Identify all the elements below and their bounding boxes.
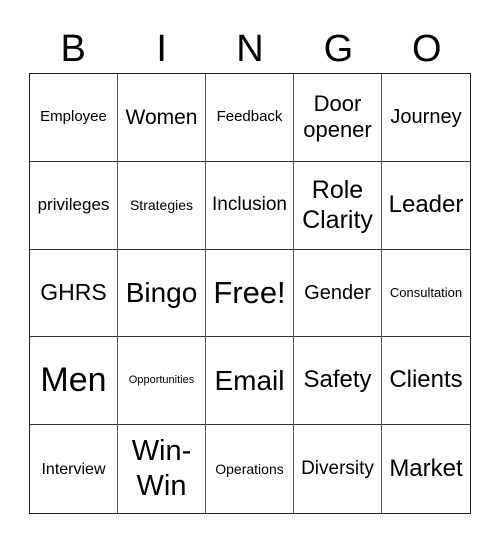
bingo-cell[interactable]: Feedback: [206, 74, 294, 162]
bingo-cell-text: Role Clarity: [302, 176, 373, 235]
header-letter-o: O: [412, 28, 442, 70]
bingo-cell[interactable]: Women: [118, 74, 206, 162]
bingo-cell[interactable]: Market: [382, 425, 470, 513]
bingo-cell-text: Feedback: [216, 108, 283, 126]
bingo-card-grid: Employee Women Feedback Door opener Journey p…: [29, 73, 471, 514]
header-letter-n: N: [236, 28, 264, 70]
bingo-cell[interactable]: GHRS: [30, 249, 118, 338]
bingo-cell-text: Door opener: [303, 91, 372, 143]
bingo-cell[interactable]: Free!: [206, 249, 294, 338]
bingo-cell-text: Safety: [303, 366, 372, 394]
header-letter-g: G: [323, 28, 354, 70]
bingo-cell[interactable]: Clients: [382, 337, 470, 426]
bingo-cell-text: GHRS: [40, 279, 107, 306]
bingo-cell[interactable]: Safety: [294, 337, 382, 426]
bingo-cell-text: Strategies: [129, 196, 194, 213]
bingo-cell[interactable]: Gender: [294, 249, 382, 338]
bingo-cell[interactable]: Opportunities: [118, 337, 206, 426]
bingo-cell[interactable]: Win-Win: [118, 425, 206, 513]
bingo-cell-text: Clients: [389, 366, 463, 394]
bingo-cell-text: privileges: [37, 195, 110, 214]
bingo-cell[interactable]: Operations: [206, 425, 294, 513]
bingo-header: B I N G O: [29, 26, 471, 72]
bingo-cell-text: Bingo: [125, 277, 198, 309]
bingo-cell[interactable]: Bingo: [118, 249, 206, 338]
bingo-cell-text: Consultation: [389, 285, 463, 301]
bingo-cell[interactable]: Email: [206, 337, 294, 426]
bingo-cell-text: Leader: [388, 190, 464, 218]
bingo-cell[interactable]: Interview: [30, 425, 118, 513]
bingo-cell-text: Inclusion: [212, 193, 287, 215]
bingo-cell[interactable]: Strategies: [118, 161, 206, 250]
bingo-cell-text: Journey: [390, 106, 462, 129]
bingo-cell[interactable]: Men: [30, 337, 118, 426]
bingo-cell-text: Interview: [41, 460, 106, 478]
header-letter-i: I: [156, 28, 167, 70]
bingo-cell[interactable]: Leader: [382, 162, 470, 250]
bingo-cell-text: Diversity: [301, 457, 374, 479]
bingo-cell-text: Operations: [215, 460, 284, 477]
bingo-cell[interactable]: Inclusion: [206, 161, 294, 250]
bingo-cell-text: Win-Win: [131, 435, 192, 503]
bingo-cell-text: Men: [40, 361, 107, 400]
bingo-cell[interactable]: Journey: [382, 74, 470, 162]
bingo-cell-text: Women: [125, 105, 198, 129]
bingo-cell-text: Opportunities: [128, 374, 195, 387]
bingo-cell-text: Market: [389, 454, 463, 482]
bingo-cell[interactable]: Role Clarity: [294, 161, 382, 250]
bingo-cell[interactable]: Diversity: [294, 425, 382, 513]
bingo-cell[interactable]: Employee: [30, 74, 118, 162]
bingo-cell-text: Free!: [213, 275, 286, 311]
bingo-cell-text: Email: [214, 364, 285, 396]
bingo-cell-text: Gender: [304, 281, 371, 304]
bingo-cell-text: Employee: [40, 108, 107, 126]
bingo-cell[interactable]: privileges: [30, 161, 118, 250]
header-letter-b: B: [60, 28, 86, 70]
bingo-cell[interactable]: Door opener: [294, 74, 382, 162]
bingo-cell[interactable]: Consultation: [382, 250, 470, 338]
